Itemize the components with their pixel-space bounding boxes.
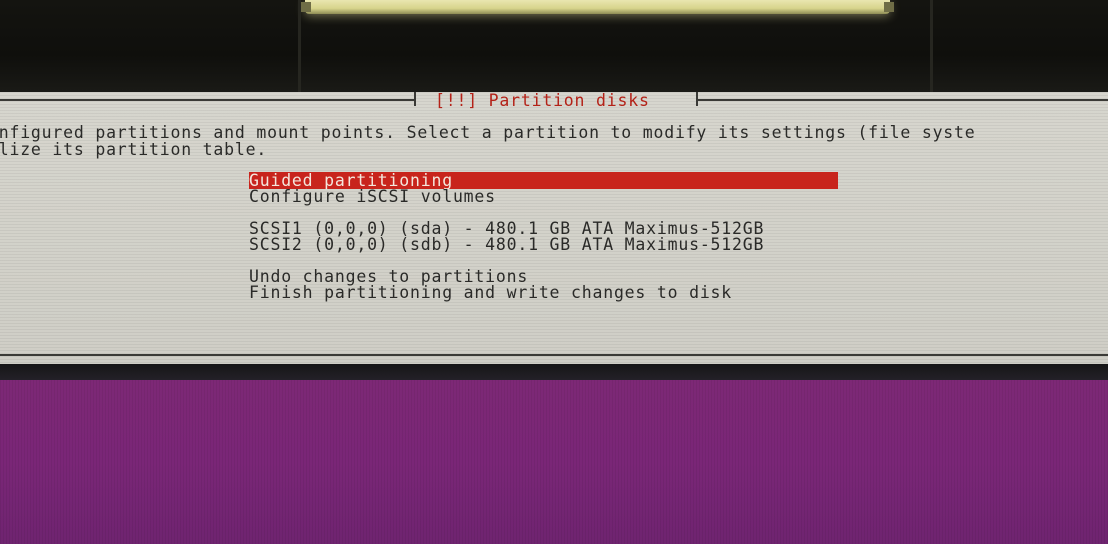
dialog-frame-top-left <box>0 99 414 101</box>
menu-item-disk-sdb[interactable]: SCSI2 (0,0,0) (sdb) - 480.1 GB ATA Maxim… <box>249 236 764 253</box>
menu-item-finish-partitioning[interactable]: Finish partitioning and write changes to… <box>249 284 732 301</box>
lamp-cap-left <box>301 2 311 12</box>
installer-background <box>0 380 1108 544</box>
dialog-frame-tick-left <box>414 92 416 106</box>
monitor-bezel-area <box>0 0 1108 92</box>
bracket-left <box>298 0 301 92</box>
lamp-cap-right <box>884 2 894 12</box>
dialog-description-line-2: alize its partition table. <box>0 140 268 159</box>
menu-item-configure-iscsi[interactable]: Configure iSCSI volumes <box>249 188 496 205</box>
lamp-light <box>301 0 894 14</box>
dialog-frame-bottom <box>0 354 1108 356</box>
bracket-right <box>930 0 933 92</box>
dialog-frame-top-right <box>698 99 1108 101</box>
dialog-shadow <box>0 364 1108 380</box>
dialog-title: [!!] Partition disks <box>435 92 650 110</box>
partition-disks-dialog: [!!] Partition disks onfigured partition… <box>0 92 1108 364</box>
